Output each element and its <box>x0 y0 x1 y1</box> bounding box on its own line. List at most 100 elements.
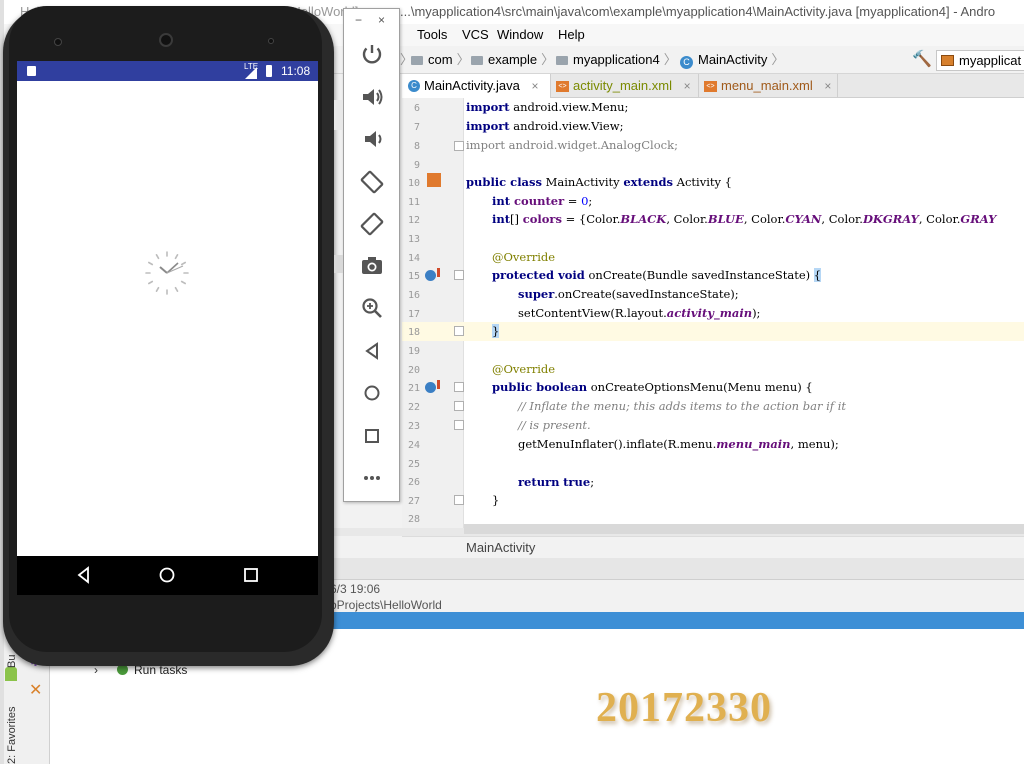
code-line: super.onCreate(savedInstanceState); <box>518 287 739 301</box>
fold-marker[interactable] <box>454 382 464 392</box>
project-path: oProjects\HelloWorld <box>330 598 442 612</box>
volume-down-icon[interactable] <box>358 125 386 153</box>
line-number: 23 <box>407 421 420 432</box>
line-number: 13 <box>407 234 420 245</box>
close-icon[interactable]: ✕ <box>29 680 42 700</box>
code-line: setContentView(R.layout.activity_main); <box>518 306 761 320</box>
phone-camera <box>159 33 173 47</box>
zoom-icon[interactable] <box>358 294 386 322</box>
fold-marker[interactable] <box>454 270 464 280</box>
xml-icon: <> <box>704 81 717 92</box>
fold-marker[interactable] <box>454 401 464 411</box>
override-arrow-icon <box>437 268 440 277</box>
menu-window[interactable]: Window <box>497 24 543 46</box>
desktop-screenshot: HelloWorld [C:\Users\...\AndroidStudioPr… <box>0 0 1024 764</box>
power-icon[interactable] <box>358 40 386 68</box>
line-number: 8 <box>413 141 420 152</box>
nav-back-icon[interactable] <box>74 565 94 585</box>
scrollbar-thumb[interactable] <box>464 524 1024 534</box>
build-timestamp: 6/3 19:06 <box>330 582 381 596</box>
layout-xml-icon[interactable] <box>427 173 441 187</box>
line-number: 22 <box>407 402 420 413</box>
class-icon: C <box>408 80 420 92</box>
emulator-toolbar: − × <box>343 8 400 502</box>
phone-sensor <box>54 38 62 46</box>
fold-marker[interactable] <box>454 141 464 151</box>
rotate-left-icon[interactable] <box>358 168 386 196</box>
close-tab-icon[interactable]: × <box>531 79 538 93</box>
line-number: 20 <box>407 365 420 376</box>
watermark-text: 20172330 <box>596 685 772 731</box>
line-number: 14 <box>407 253 420 264</box>
line-number: 15 <box>407 271 420 282</box>
editor-breadcrumb[interactable]: MainActivity <box>402 536 1024 558</box>
tab-menu-main-xml[interactable]: <> menu_main.xml × <box>699 74 838 98</box>
fold-marker[interactable] <box>454 495 464 505</box>
line-number: 18 <box>407 327 420 338</box>
window-title: ...\myapplication4\src\main\java\com\exa… <box>400 4 996 19</box>
volume-up-icon[interactable] <box>358 83 386 111</box>
menu-vcs[interactable]: VCS <box>462 24 489 46</box>
folder-icon <box>471 56 483 65</box>
close-tab-icon[interactable]: × <box>824 79 831 93</box>
close-tab-icon[interactable]: × <box>684 79 691 93</box>
nav-home-icon[interactable] <box>157 565 177 585</box>
menu-help[interactable]: Help <box>558 24 585 46</box>
line-number: 6 <box>413 103 420 114</box>
line-number: 28 <box>407 514 420 525</box>
tab-mainactivity-java[interactable]: C MainActivity.java × <box>402 74 551 98</box>
code-line: import android.widget.AnalogClock; <box>466 138 678 152</box>
breadcrumb-module[interactable]: myapplication4 〉 <box>556 52 677 68</box>
code-line: int[] colors = {Color.BLACK, Color.BLUE,… <box>492 212 997 226</box>
class-icon: C <box>680 56 693 69</box>
close-icon[interactable]: × <box>378 13 385 27</box>
more-icon[interactable] <box>358 464 386 492</box>
minimize-icon[interactable]: − <box>355 13 362 27</box>
line-number: 9 <box>413 160 420 171</box>
code-line: } <box>492 493 500 507</box>
android-status-bar: LTE 11:08 <box>17 61 318 81</box>
battery-icon <box>266 65 272 77</box>
rotate-right-icon[interactable] <box>358 210 386 238</box>
background-panel-fragment <box>334 255 343 273</box>
folder-icon <box>556 56 568 65</box>
line-number: 19 <box>407 346 420 357</box>
override-icon[interactable] <box>425 270 436 281</box>
favorites-tool-tab[interactable]: 2: Favorites <box>6 707 18 764</box>
breadcrumb-class[interactable]: C MainActivity 〉 <box>680 52 784 69</box>
breadcrumb-com[interactable]: com 〉 <box>411 52 470 68</box>
home-icon[interactable] <box>358 379 386 407</box>
build-tool-tab[interactable]: Bu <box>6 655 18 668</box>
folder-icon <box>411 56 423 65</box>
line-number: 16 <box>407 290 420 301</box>
line-number: 27 <box>407 496 420 507</box>
nav-overview-icon[interactable] <box>241 565 261 585</box>
code-line: @Override <box>492 250 556 264</box>
fold-marker[interactable] <box>454 326 464 336</box>
line-number: 17 <box>407 309 420 320</box>
override-icon[interactable] <box>425 382 436 393</box>
code-line: @Override <box>492 362 556 376</box>
breadcrumb-example[interactable]: example 〉 <box>471 52 554 68</box>
camera-icon[interactable] <box>358 252 386 280</box>
line-number: 7 <box>413 122 420 133</box>
phone-sensor <box>268 38 274 44</box>
tab-activity-main-xml[interactable]: <> activity_main.xml × <box>551 74 699 98</box>
build-hammer-icon[interactable]: 🔨 <box>912 52 932 68</box>
run-configuration-select[interactable]: myapplicat <box>936 50 1024 71</box>
code-comment: // is present. <box>518 418 591 432</box>
menu-tools[interactable]: Tools <box>417 24 447 46</box>
line-number: 11 <box>407 197 420 208</box>
back-icon[interactable] <box>358 337 386 365</box>
android-navigation-bar <box>17 556 318 595</box>
line-number: 10 <box>407 178 420 189</box>
code-line: int counter = 0; <box>492 194 593 208</box>
code-line: return true; <box>518 475 595 489</box>
background-panel-fragment <box>334 100 343 130</box>
line-number: 12 <box>407 215 420 226</box>
phone-screen[interactable] <box>17 61 318 595</box>
override-arrow-icon <box>437 380 440 389</box>
fold-marker[interactable] <box>454 420 464 430</box>
overview-icon[interactable] <box>358 422 386 450</box>
editor-tab-bar: C MainActivity.java × <> activity_main.x… <box>402 74 1024 98</box>
